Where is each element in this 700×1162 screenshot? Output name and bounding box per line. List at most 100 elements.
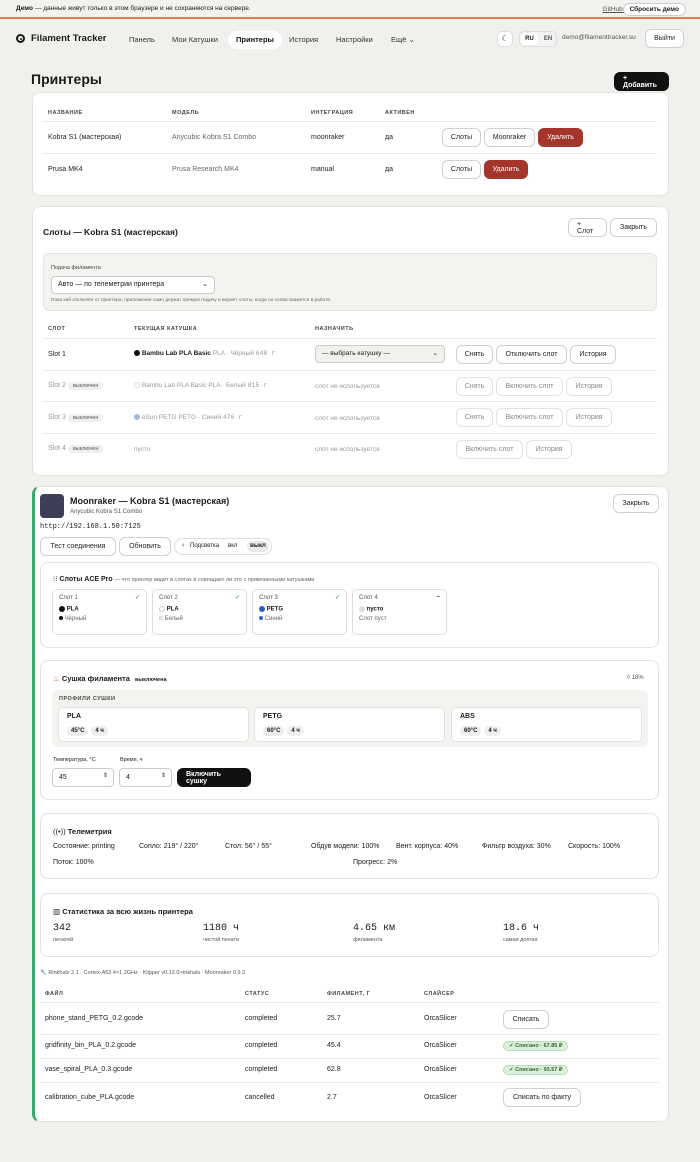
- tel-item: Сопло: 219° / 220°: [139, 843, 199, 850]
- time-input[interactable]: 4 ⇕: [119, 768, 172, 787]
- profile-card[interactable]: ABS 60°C 4 ч: [451, 707, 642, 742]
- profile-hours: 4 ч: [287, 726, 304, 736]
- nav-more[interactable]: Ещё ⌄: [383, 31, 423, 49]
- history-button[interactable]: История: [570, 345, 616, 364]
- slot-spool-empty: пусто: [134, 446, 151, 453]
- light-off[interactable]: выкл: [247, 541, 269, 552]
- ace-header: ⁝⁝ Слоты ACE Pro — что принтер видит в с…: [53, 575, 314, 583]
- temp-input[interactable]: 45 ⇕: [52, 768, 114, 787]
- wrench-icon: 🔧: [40, 970, 47, 976]
- feed-select-value: Авто — по телеметрии принтера: [58, 281, 165, 288]
- tel-item: Прогресс: 2%: [353, 859, 397, 866]
- logout-button[interactable]: Выйти: [645, 29, 684, 48]
- tel-value: 40%: [444, 843, 459, 850]
- tel-header: ((•)) Телеметрия: [53, 827, 112, 836]
- write-off-actual-button[interactable]: Списать по факту: [503, 1088, 581, 1107]
- time-value: 4: [126, 774, 130, 781]
- nav-dashboard[interactable]: Панель: [121, 31, 163, 49]
- theme-toggle-icon[interactable]: ☾: [497, 31, 513, 47]
- divider: [40, 1058, 659, 1059]
- stat-value: 1180 ч: [203, 923, 240, 934]
- th-status: СТАТУС: [245, 991, 270, 997]
- history-button[interactable]: История: [566, 408, 612, 427]
- slot-label: Slot 4: [48, 445, 66, 452]
- divider: [40, 1002, 659, 1003]
- th-slicer: СЛАЙСЕР: [424, 991, 455, 997]
- color-dot-icon: [59, 606, 65, 612]
- delete-button[interactable]: Удалить: [538, 128, 583, 147]
- spool-meta: PETG · Синий: [178, 414, 221, 421]
- close-slots-button[interactable]: Закрыть: [610, 218, 657, 237]
- enable-slot-button[interactable]: Включить слот: [496, 408, 563, 427]
- color-dot-icon: [59, 616, 63, 620]
- lang-en[interactable]: EN: [540, 33, 556, 45]
- delete-button[interactable]: Удалить: [484, 160, 528, 179]
- spool-weight: 648 г: [255, 350, 276, 357]
- history-button[interactable]: История: [566, 377, 612, 396]
- test-connection-button[interactable]: Тест соединения: [40, 537, 116, 556]
- add-printer-button[interactable]: + Добавить: [614, 72, 669, 91]
- printer-model: Anycubic Kobra S1 Combo: [172, 134, 257, 141]
- ace-color: Синий: [264, 615, 283, 622]
- nav-settings[interactable]: Настройки: [328, 31, 381, 49]
- logo-icon: [16, 34, 25, 43]
- ace-slot: Слот 2 ✓ PLA Белый: [152, 589, 247, 635]
- slots-button[interactable]: Слоты: [442, 160, 481, 179]
- color-dot-icon: [134, 350, 140, 357]
- tel-value: 100%: [361, 843, 380, 850]
- slot-off-badge: выключен: [67, 414, 104, 422]
- stepper-icon[interactable]: ⇕: [103, 772, 108, 779]
- start-drying-button[interactable]: Включить сушку: [177, 768, 251, 787]
- stat-label: филамента: [353, 937, 383, 943]
- enable-slot-button[interactable]: Включить слот: [456, 440, 523, 459]
- assign-select[interactable]: — выбрать катушку — ⌄: [315, 345, 445, 363]
- humidity-value: 18%: [631, 675, 644, 681]
- chevron-down-icon: ⌄: [432, 350, 438, 357]
- profile-card[interactable]: PETG 60°C 4 ч: [254, 707, 445, 742]
- nav-more-label: Ещё: [391, 35, 407, 44]
- stats-card: [40, 893, 659, 957]
- light-on[interactable]: вкл: [228, 543, 237, 549]
- write-off-button[interactable]: Списать: [503, 1010, 549, 1029]
- nav-history[interactable]: История: [281, 31, 326, 49]
- th-active: АКТИВЕН: [385, 110, 415, 116]
- enable-slot-button[interactable]: Включить слот: [496, 377, 563, 396]
- profile-card[interactable]: PLA 45°C 4 ч: [58, 707, 249, 742]
- feed-select[interactable]: Авто — по телеметрии принтера ⌄: [51, 276, 215, 294]
- written-off-badge: ✓ Списано · 93.57 ₽: [503, 1065, 569, 1075]
- refresh-button[interactable]: Обновить: [119, 537, 171, 556]
- spool-name: eSun PETG: [141, 414, 177, 421]
- moon-title: Moonraker — Kobra S1 (мастерская): [70, 496, 230, 506]
- spool-meta: PLA · Белый: [208, 382, 246, 389]
- tel-item: Скорость: 100%: [568, 843, 620, 850]
- ace-material: PLA: [66, 606, 79, 613]
- tel-value: 30%: [536, 843, 551, 850]
- tel-value: 100%: [602, 843, 621, 850]
- close-moon-button[interactable]: Закрыть: [613, 494, 659, 513]
- moonraker-button[interactable]: Moonraker: [484, 128, 535, 147]
- banner-text: — данные живут только в этом браузере и …: [34, 5, 251, 12]
- unload-button[interactable]: Снять: [456, 345, 493, 364]
- logo[interactable]: Filament Tracker: [16, 33, 107, 44]
- disable-slot-button[interactable]: Отключить слот: [496, 345, 567, 364]
- nav-printers[interactable]: Принтеры: [228, 31, 282, 49]
- lang-ru[interactable]: RU: [521, 33, 538, 45]
- ace-slot-label: Слот 2: [159, 595, 178, 601]
- reset-demo-button[interactable]: Сбросить демо: [622, 3, 686, 16]
- temp-label: Температура, °C: [53, 757, 96, 763]
- th-file: ФАЙЛ: [45, 991, 64, 997]
- tel-key: Вент. корпуса:: [396, 843, 443, 850]
- slots-button[interactable]: Слоты: [442, 128, 481, 147]
- tel-item: Стол: 56° / 55°: [225, 843, 272, 850]
- stepper-icon[interactable]: ⇕: [161, 772, 166, 779]
- unload-button[interactable]: Снять: [456, 377, 493, 396]
- nav-spools[interactable]: Мои Катушки: [164, 31, 226, 49]
- slots-panel: [32, 206, 669, 476]
- unload-button[interactable]: Снять: [456, 408, 493, 427]
- tel-key: Прогресс:: [353, 859, 386, 866]
- profile-temp: 60°C: [460, 726, 482, 736]
- history-button[interactable]: История: [526, 440, 572, 459]
- light-label: Подсветка: [190, 543, 220, 549]
- add-slot-button[interactable]: + Слот: [568, 218, 607, 237]
- stats-header: ▥ Статистика за всю жизнь принтера: [53, 907, 193, 916]
